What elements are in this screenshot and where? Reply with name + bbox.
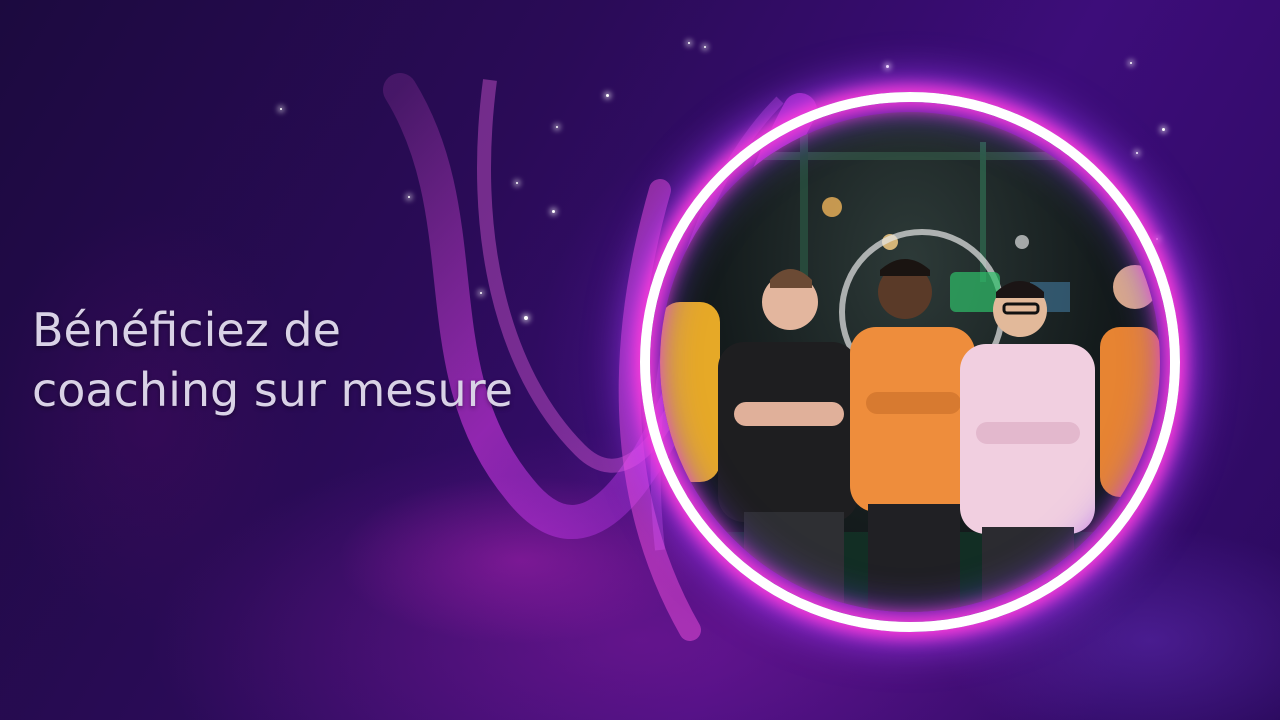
headline-line-2: coaching sur mesure <box>32 363 513 417</box>
star <box>1162 128 1165 131</box>
slide-canvas: Bénéficiez de coaching sur mesure <box>0 0 1280 720</box>
neon-ring-frame <box>640 92 1180 632</box>
star <box>1130 62 1132 64</box>
star <box>886 65 889 68</box>
slide-headline: Bénéficiez de coaching sur mesure <box>32 300 632 420</box>
star <box>704 46 706 48</box>
star <box>688 42 690 44</box>
headline-line-1: Bénéficiez de <box>32 303 341 357</box>
star <box>280 108 282 110</box>
